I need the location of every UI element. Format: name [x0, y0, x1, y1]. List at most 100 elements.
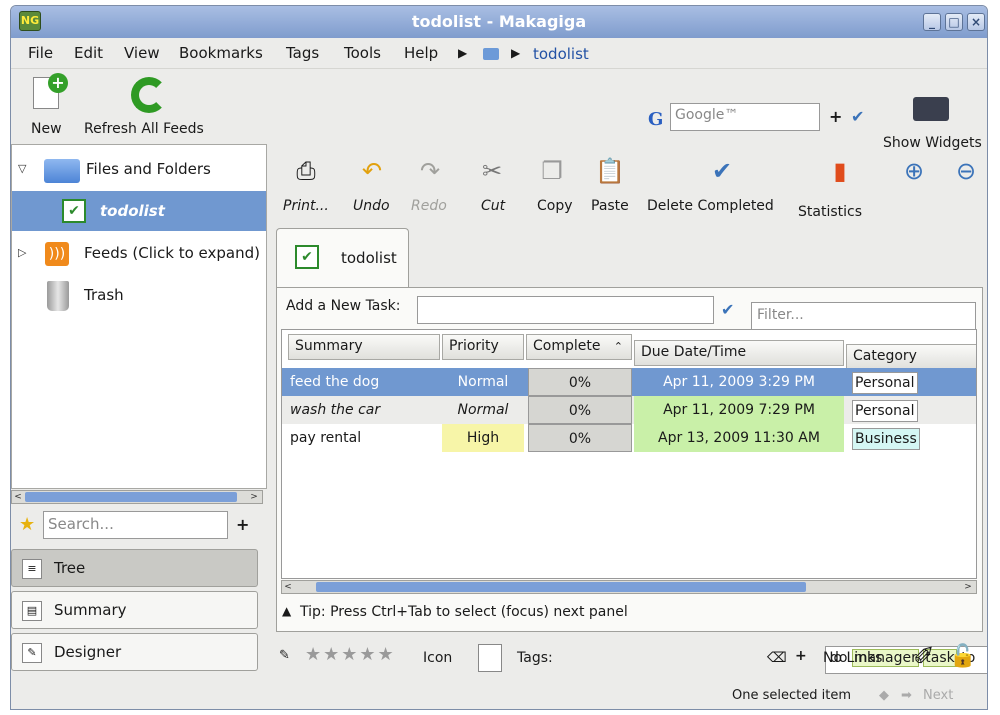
google-icon[interactable]: G: [648, 109, 663, 130]
tree-item-files-and-folders[interactable]: ▽ Files and Folders: [12, 149, 266, 189]
add-task-confirm-icon[interactable]: ✔: [721, 300, 734, 319]
tip-bar: ▲ Tip: Press Ctrl+Tab to select (focus) …: [276, 598, 983, 628]
refresh-icon[interactable]: [131, 77, 167, 113]
bookmark-star-icon[interactable]: ★: [19, 514, 35, 535]
scroll-right-button[interactable]: >: [962, 581, 974, 593]
main-toolbar: + New Refresh All Feeds G Google™ + ✔ Sh…: [11, 68, 987, 151]
menu-edit[interactable]: Edit: [74, 44, 103, 62]
task-summary: feed the dog: [290, 374, 380, 390]
table-row[interactable]: feed the dog Normal 0% Apr 11, 2009 3:29…: [282, 368, 976, 396]
rss-icon: ))): [45, 242, 69, 266]
tree-icon: ≡: [22, 559, 42, 579]
column-header-summary[interactable]: Summary: [288, 334, 440, 360]
web-search-input[interactable]: Google™: [670, 103, 820, 131]
tab-designer[interactable]: ✎ Designer: [11, 633, 258, 671]
cut-icon[interactable]: ✂: [477, 156, 507, 186]
scroll-right-button[interactable]: >: [248, 491, 260, 503]
zoom-in-icon[interactable]: ⊕: [899, 156, 929, 186]
tree-horizontal-scrollbar[interactable]: < >: [11, 490, 263, 504]
add-search-button[interactable]: +: [236, 515, 249, 534]
tree-search-input[interactable]: Search...: [43, 511, 228, 539]
edit-properties-icon[interactable]: ✎: [279, 648, 290, 663]
tab-tree[interactable]: ≡ Tree: [11, 549, 258, 587]
status-bar: One selected item ◆ ➡ Next: [11, 684, 987, 709]
lock-icon[interactable]: 🔓: [949, 644, 976, 669]
zoom-out-icon[interactable]: ⊖: [951, 156, 981, 186]
document-icon[interactable]: [478, 644, 502, 672]
column-header-category[interactable]: Category: [846, 344, 976, 370]
add-tag-button[interactable]: +: [795, 648, 807, 664]
paste-icon[interactable]: 📋: [595, 156, 625, 186]
close-button[interactable]: ×: [967, 13, 985, 31]
scroll-left-button[interactable]: <: [282, 581, 294, 593]
maximize-button[interactable]: □: [945, 13, 963, 31]
task-complete[interactable]: 0%: [528, 424, 632, 452]
task-due-date: Apr 13, 2009 11:30 AM: [634, 424, 844, 452]
app-icon: NG: [19, 11, 41, 31]
tree-item-label: todolist: [100, 202, 165, 220]
task-due-date: Apr 11, 2009 3:29 PM: [663, 374, 815, 390]
rating-stars[interactable]: ★★★★★: [305, 644, 396, 665]
sort-ascending-icon: ⌃: [613, 340, 623, 353]
scroll-thumb[interactable]: [316, 582, 806, 592]
filter-input[interactable]: Filter...: [751, 302, 976, 330]
scroll-thumb[interactable]: [25, 492, 237, 502]
column-header-due-date[interactable]: Due Date/Time: [634, 340, 844, 366]
tab-summary[interactable]: ▤ Summary: [11, 591, 258, 629]
print-icon[interactable]: ⎙: [291, 156, 321, 186]
expand-open-icon[interactable]: ▽: [18, 162, 26, 175]
app-window: NG todolist - Makagiga _ □ × File Edit V…: [10, 5, 988, 710]
title-bar: NG todolist - Makagiga _ □ ×: [11, 6, 987, 38]
tree-item-feeds[interactable]: ▷ ))) Feeds (Click to expand): [12, 233, 266, 273]
checkmark-icon[interactable]: ✔: [707, 156, 737, 186]
minimize-button[interactable]: _: [923, 13, 941, 31]
trash-icon: [47, 281, 69, 311]
menu-view[interactable]: View: [124, 44, 160, 62]
menu-tools[interactable]: Tools: [344, 44, 381, 62]
undo-button[interactable]: Undo: [353, 198, 390, 214]
expand-closed-icon[interactable]: ▷: [18, 246, 26, 259]
print-button[interactable]: Print...: [283, 198, 329, 214]
statistics-icon[interactable]: ▮: [825, 156, 855, 186]
paste-button[interactable]: Paste: [591, 198, 629, 214]
tree-item-trash[interactable]: Trash: [12, 275, 266, 315]
table-horizontal-scrollbar[interactable]: < >: [281, 580, 977, 594]
column-header-complete[interactable]: Complete ⌃: [526, 334, 632, 360]
tree-item-todolist[interactable]: ✔ todolist: [12, 191, 266, 231]
task-complete[interactable]: 0%: [528, 368, 632, 396]
menu-file[interactable]: File: [28, 44, 53, 62]
widgets-icon[interactable]: [913, 97, 949, 121]
calendar-icon: ▤: [22, 601, 42, 621]
refresh-all-feeds-button[interactable]: Refresh All Feeds: [84, 121, 204, 137]
task-complete[interactable]: 0%: [528, 396, 632, 424]
copy-icon[interactable]: ❐: [537, 156, 567, 186]
checklist-icon: ✔: [295, 245, 319, 269]
icon-selector[interactable]: Icon: [423, 650, 452, 666]
tab-todolist[interactable]: ✔ todolist: [276, 228, 409, 288]
table-row[interactable]: pay rental High 0% Apr 13, 2009 11:30 AM…: [282, 424, 976, 452]
collapse-tip-icon[interactable]: ▲: [282, 604, 291, 618]
breadcrumb-current[interactable]: todolist: [533, 45, 589, 63]
column-header-priority[interactable]: Priority: [442, 334, 524, 360]
cut-button[interactable]: Cut: [481, 198, 505, 214]
search-go-icon[interactable]: ✔: [851, 107, 864, 126]
menu-bar: File Edit View Bookmarks Tags Tools Help…: [11, 38, 987, 66]
new-button[interactable]: New: [31, 121, 62, 137]
menu-bookmarks[interactable]: Bookmarks: [179, 44, 263, 62]
note-icon[interactable]: ✐: [913, 642, 935, 672]
redo-icon: ↷: [419, 157, 441, 185]
tab-label: Designer: [54, 643, 122, 661]
add-search-engine-button[interactable]: +: [829, 107, 842, 126]
delete-completed-button[interactable]: Delete Completed: [647, 198, 774, 214]
breadcrumb-folder-icon[interactable]: [483, 48, 499, 60]
table-row[interactable]: wash the car Normal 0% Apr 11, 2009 7:29…: [282, 396, 976, 424]
add-task-input[interactable]: [417, 296, 714, 324]
statistics-button[interactable]: Statistics: [798, 204, 862, 220]
menu-help[interactable]: Help: [404, 44, 438, 62]
undo-icon[interactable]: ↶: [357, 156, 387, 186]
menu-tags[interactable]: Tags: [286, 44, 319, 62]
links-button[interactable]: No Links: [823, 650, 882, 666]
clear-tags-icon[interactable]: ⌫: [767, 650, 787, 666]
scroll-left-button[interactable]: <: [12, 491, 24, 503]
copy-button[interactable]: Copy: [537, 198, 573, 214]
